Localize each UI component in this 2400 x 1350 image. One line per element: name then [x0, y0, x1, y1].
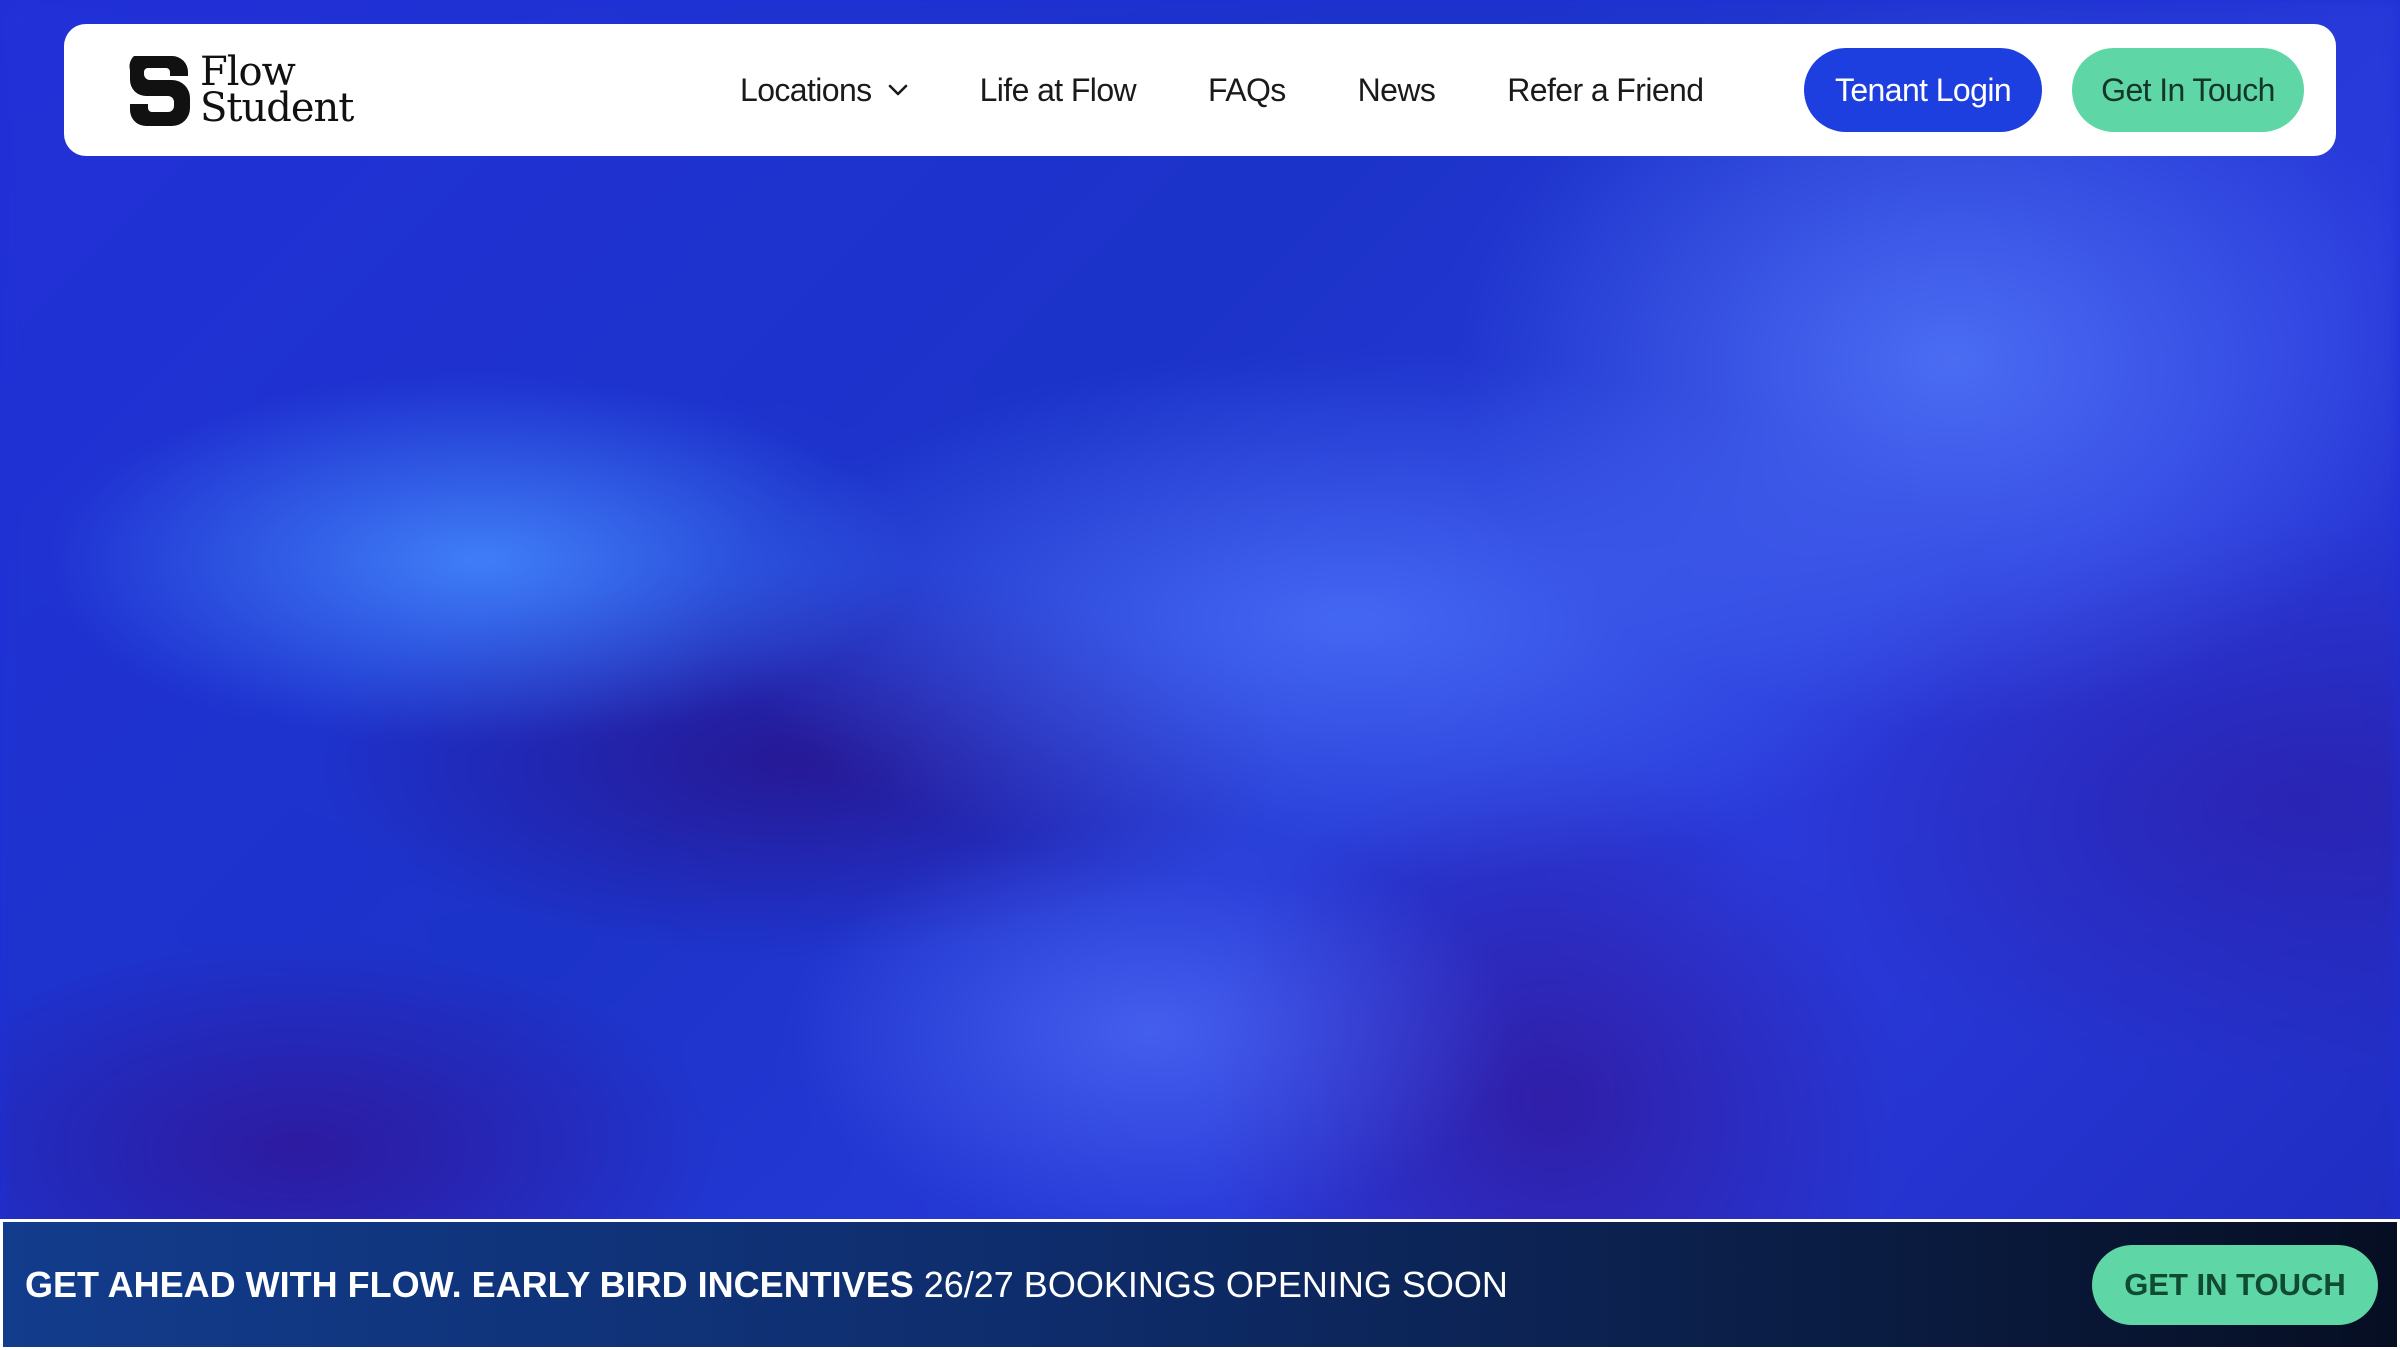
banner-get-in-touch-button[interactable]: GET IN TOUCH: [2092, 1245, 2378, 1325]
hero-gradient-background: [0, 0, 2400, 1350]
nav-item-news[interactable]: News: [1358, 72, 1436, 109]
promo-headline-bold: GET AHEAD WITH FLOW. EARLY BIRD INCENTIV…: [25, 1263, 914, 1305]
tenant-login-button[interactable]: Tenant Login: [1804, 48, 2042, 132]
nav-item-label: News: [1357, 71, 1436, 108]
nav-item-life-at-flow[interactable]: Life at Flow: [979, 71, 1137, 109]
promo-banner: GET AHEAD WITH FLOW. EARLY BIRD INCENTIV…: [0, 1219, 2400, 1350]
chevron-down-icon: [888, 84, 907, 96]
get-in-touch-button[interactable]: Get In Touch: [2072, 48, 2304, 132]
nav-item-label: Refer a Friend: [1507, 71, 1704, 108]
nav-item-locations[interactable]: Locations: [740, 72, 908, 109]
flow-s-logo-icon: [129, 56, 190, 126]
top-navbar: Flow Student Locations Life at Flow FAQs…: [64, 24, 2336, 156]
nav-item-label: FAQs: [1208, 71, 1286, 108]
brand-wordmark: Flow Student: [200, 52, 354, 131]
nav-item-label: Life at Flow: [979, 71, 1137, 108]
brand-logo-link[interactable]: Flow Student: [126, 52, 354, 131]
brand-name-line2: Student: [200, 85, 354, 131]
promo-banner-text: GET AHEAD WITH FLOW. EARLY BIRD INCENTIV…: [25, 1222, 1508, 1347]
hero-section: Flow Student Locations Life at Flow FAQs…: [0, 0, 2400, 1350]
main-nav: Locations Life at Flow FAQs News Refer a…: [740, 24, 1704, 156]
nav-item-faqs[interactable]: FAQs: [1208, 72, 1286, 109]
promo-headline-regular: 26/27 BOOKINGS OPENING SOON: [923, 1263, 1508, 1305]
nav-item-label: Locations: [740, 71, 872, 108]
nav-item-refer-a-friend[interactable]: Refer a Friend: [1507, 71, 1704, 109]
